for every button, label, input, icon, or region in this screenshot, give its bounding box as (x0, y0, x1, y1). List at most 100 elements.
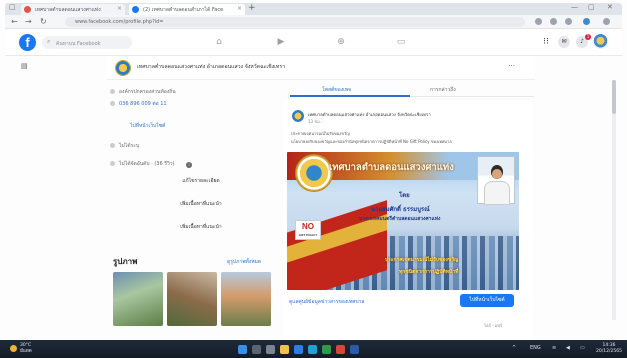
star-icon (110, 161, 115, 166)
tab-favicon-icon (132, 6, 139, 13)
post-actions[interactable]: ไลก์ · แชร์ (484, 322, 502, 329)
account-avatar[interactable] (593, 34, 608, 49)
word-icon[interactable] (350, 345, 359, 354)
screen: ▢ เทศบาลตำบลดอนแสวงศาแท่ง × (2) เทศบาลตำ… (0, 0, 627, 358)
maximize-icon[interactable]: ▢ (588, 3, 595, 11)
active-tab-indicator (290, 95, 410, 97)
weather-sun-icon (10, 345, 17, 352)
page-header-bar: เทศบาลตำบลดอนแสวงศาแท่ง อำเภอดอนแสวง จัง… (107, 56, 535, 80)
post-text-line: ประกาศเจตนารมณ์ไม่รับของขวัญ (291, 131, 350, 136)
menu-grid-icon[interactable]: ⁝⁝ (540, 37, 552, 47)
add-featured-button[interactable]: เพิ่มเนื้อหาที่แนะนำ (157, 199, 245, 210)
address-bar[interactable]: www.facebook.com/profile.php?id= (65, 17, 525, 27)
gaming-nav-icon[interactable]: ▭ (395, 37, 407, 47)
facebook-search-input[interactable]: ⌕ ค้นหาบน Facebook (42, 36, 132, 49)
clock-icon (110, 143, 115, 148)
page-more-button[interactable]: ··· (508, 62, 515, 70)
add-recommended-button[interactable]: เพิ่มเนื้อหาที่แนะนำ (157, 222, 245, 233)
start-menu-icon[interactable] (238, 345, 247, 354)
windows-taskbar: 30°C มีแดด ^ ENG ≋ ◀ ▭ 14:36 20/12/2565 (0, 340, 627, 358)
banner-mayor-role: นายกเทศมนตรีตำบลดอนแสวงศาแท่ง (359, 216, 441, 222)
intro-rating: ไม่ได้จัดอันดับ · (36 รีวิว) (110, 160, 175, 168)
window-menu-icon[interactable]: ▢ (9, 3, 16, 11)
post-author[interactable]: เทศบาลตำบลดอนแสวงศาแท่ง อำเภอดอนแสวง จัง… (308, 111, 431, 118)
home-nav-icon[interactable]: ⌂ (213, 37, 225, 47)
post-text-line: นโยบายงดรับของขวัญและของกำนัลทุกชนิดจากก… (291, 139, 452, 144)
post-banner-image[interactable]: เทศบาลตำบลดอนแสวงศาแท่ง โดย นายสมศักดิ์ … (287, 152, 519, 290)
tray-arrow-icon[interactable]: ^ (512, 345, 516, 351)
page-scrollbar[interactable] (612, 80, 616, 320)
intro-category: องค์กรปกครองส่วนท้องถิ่น (110, 88, 176, 96)
photo-thumbnail[interactable] (221, 272, 271, 326)
sidebar-toggle-icon[interactable]: ▤ (21, 62, 28, 70)
photo-thumbnail[interactable] (113, 272, 163, 326)
collections-icon[interactable] (565, 18, 572, 25)
no-gift-policy-logo: NO GIFT POLICY (295, 220, 321, 240)
reload-icon[interactable]: ↻ (40, 17, 47, 26)
taskbar-clock[interactable]: 14:36 20/12/2565 (596, 343, 622, 355)
volume-icon[interactable]: ◀ (566, 345, 570, 351)
feed-tabs: โพสต์ของเพจ การกล่าวถึง (290, 83, 534, 97)
store-icon[interactable] (308, 345, 317, 354)
watch-nav-icon[interactable]: ▶ (275, 37, 287, 47)
rating-info-icon[interactable]: i (186, 162, 192, 168)
browser-tab-1[interactable]: เทศบาลตำบลดอนแสวงศาแท่ง × (21, 4, 125, 15)
post-source-link[interactable]: ดูแลศูนย์ข้อมูลข่าวสารของเทศบาล (289, 298, 365, 306)
weather-widget[interactable]: 30°C มีแดด (20, 343, 32, 355)
search-placeholder: ค้นหาบน Facebook (56, 41, 101, 47)
banner-title: เทศบาลตำบลดอนแสวงศาแท่ง (329, 162, 454, 173)
intro-phone: 036 896 009 ต่อ 11 (110, 100, 167, 108)
visit-website-button[interactable]: ไปที่หน้าเว็บไซต์ (460, 294, 514, 307)
edge-icon[interactable] (294, 345, 303, 354)
forward-icon[interactable]: → (25, 17, 32, 26)
minimize-icon[interactable]: — (571, 3, 578, 11)
photo-thumbnail[interactable] (167, 272, 217, 326)
mayor-portrait (477, 156, 515, 205)
page-name[interactable]: เทศบาลตำบลดอนแสวงศาแท่ง อำเภอดอนแสวง จัง… (137, 63, 285, 71)
phone-icon (110, 101, 115, 106)
intro-hours: ไม่ได้ระบุ (110, 142, 139, 150)
close-tab-icon[interactable]: × (117, 5, 122, 12)
search-taskbar-icon[interactable] (252, 345, 261, 354)
tab-page-posts[interactable]: โพสต์ของเพจ (322, 86, 351, 94)
banner-slogan-2: ทุกชนิดจากการปฏิบัติหน้าที่ (399, 269, 459, 275)
municipality-seal-icon (295, 154, 333, 192)
groups-nav-icon[interactable]: ⊕ (335, 37, 347, 47)
tray-lang[interactable]: ENG (530, 345, 541, 351)
browser-menu-icon[interactable] (603, 18, 610, 25)
extension-icon[interactable] (535, 18, 542, 25)
facebook-logo[interactable]: f (19, 34, 36, 51)
scrollbar-thumb[interactable] (612, 80, 616, 114)
url-text: www.facebook.com/profile.php?id= (75, 19, 164, 25)
back-icon[interactable]: ← (11, 17, 18, 26)
browser-tab-2[interactable]: (2) เทศบาลตำบลดอนสำเภาได้ Face × (129, 4, 245, 15)
see-all-photos-link[interactable]: ดูรูปภาพทั้งหมด (227, 258, 261, 266)
favorites-icon[interactable] (550, 18, 557, 25)
file-explorer-icon[interactable] (280, 345, 289, 354)
battery-icon[interactable]: ▭ (580, 345, 585, 351)
browser-toolbar: ← → ↻ www.facebook.com/profile.php?id= (5, 15, 622, 29)
edit-details-button[interactable]: แก้ไขรายละเอียด (157, 176, 245, 187)
page-intro-section: องค์กรปกครองส่วนท้องถิ่น 036 896 009 ต่อ… (110, 86, 280, 246)
post-meta: 13 ชม. · (308, 119, 324, 124)
post-author-avatar[interactable] (292, 110, 304, 122)
wifi-icon[interactable]: ≋ (552, 345, 556, 351)
close-tab-icon[interactable]: × (237, 5, 242, 12)
banner-mayor-name: นายสมศักดิ์ ธรรมบูรณ์ (371, 206, 430, 213)
chrome-icon[interactable] (322, 345, 331, 354)
tab-favicon-icon (24, 6, 31, 13)
close-window-icon[interactable]: ✕ (607, 3, 613, 11)
tab-label: เทศบาลตำบลดอนแสวงศาแท่ง (35, 7, 101, 13)
tab-mentions[interactable]: การกล่าวถึง (430, 86, 456, 94)
new-tab-button[interactable]: + (248, 3, 256, 13)
app-icon[interactable] (336, 345, 345, 354)
facebook-header: f ⌕ ค้นหาบน Facebook ⌂ ▶ ⊕ ▭ ⁝⁝ ✉ ♪ 1 (5, 29, 622, 56)
messenger-icon[interactable]: ✉ (558, 36, 570, 48)
notification-badge: 1 (585, 34, 591, 40)
info-icon (110, 89, 115, 94)
page-avatar[interactable] (115, 60, 131, 76)
website-link[interactable]: ไปที่หน้าเว็บไซต์ (130, 122, 165, 130)
photos-title: รูปภาพ (113, 257, 138, 266)
profile-icon[interactable] (583, 18, 590, 25)
task-view-icon[interactable] (266, 345, 275, 354)
